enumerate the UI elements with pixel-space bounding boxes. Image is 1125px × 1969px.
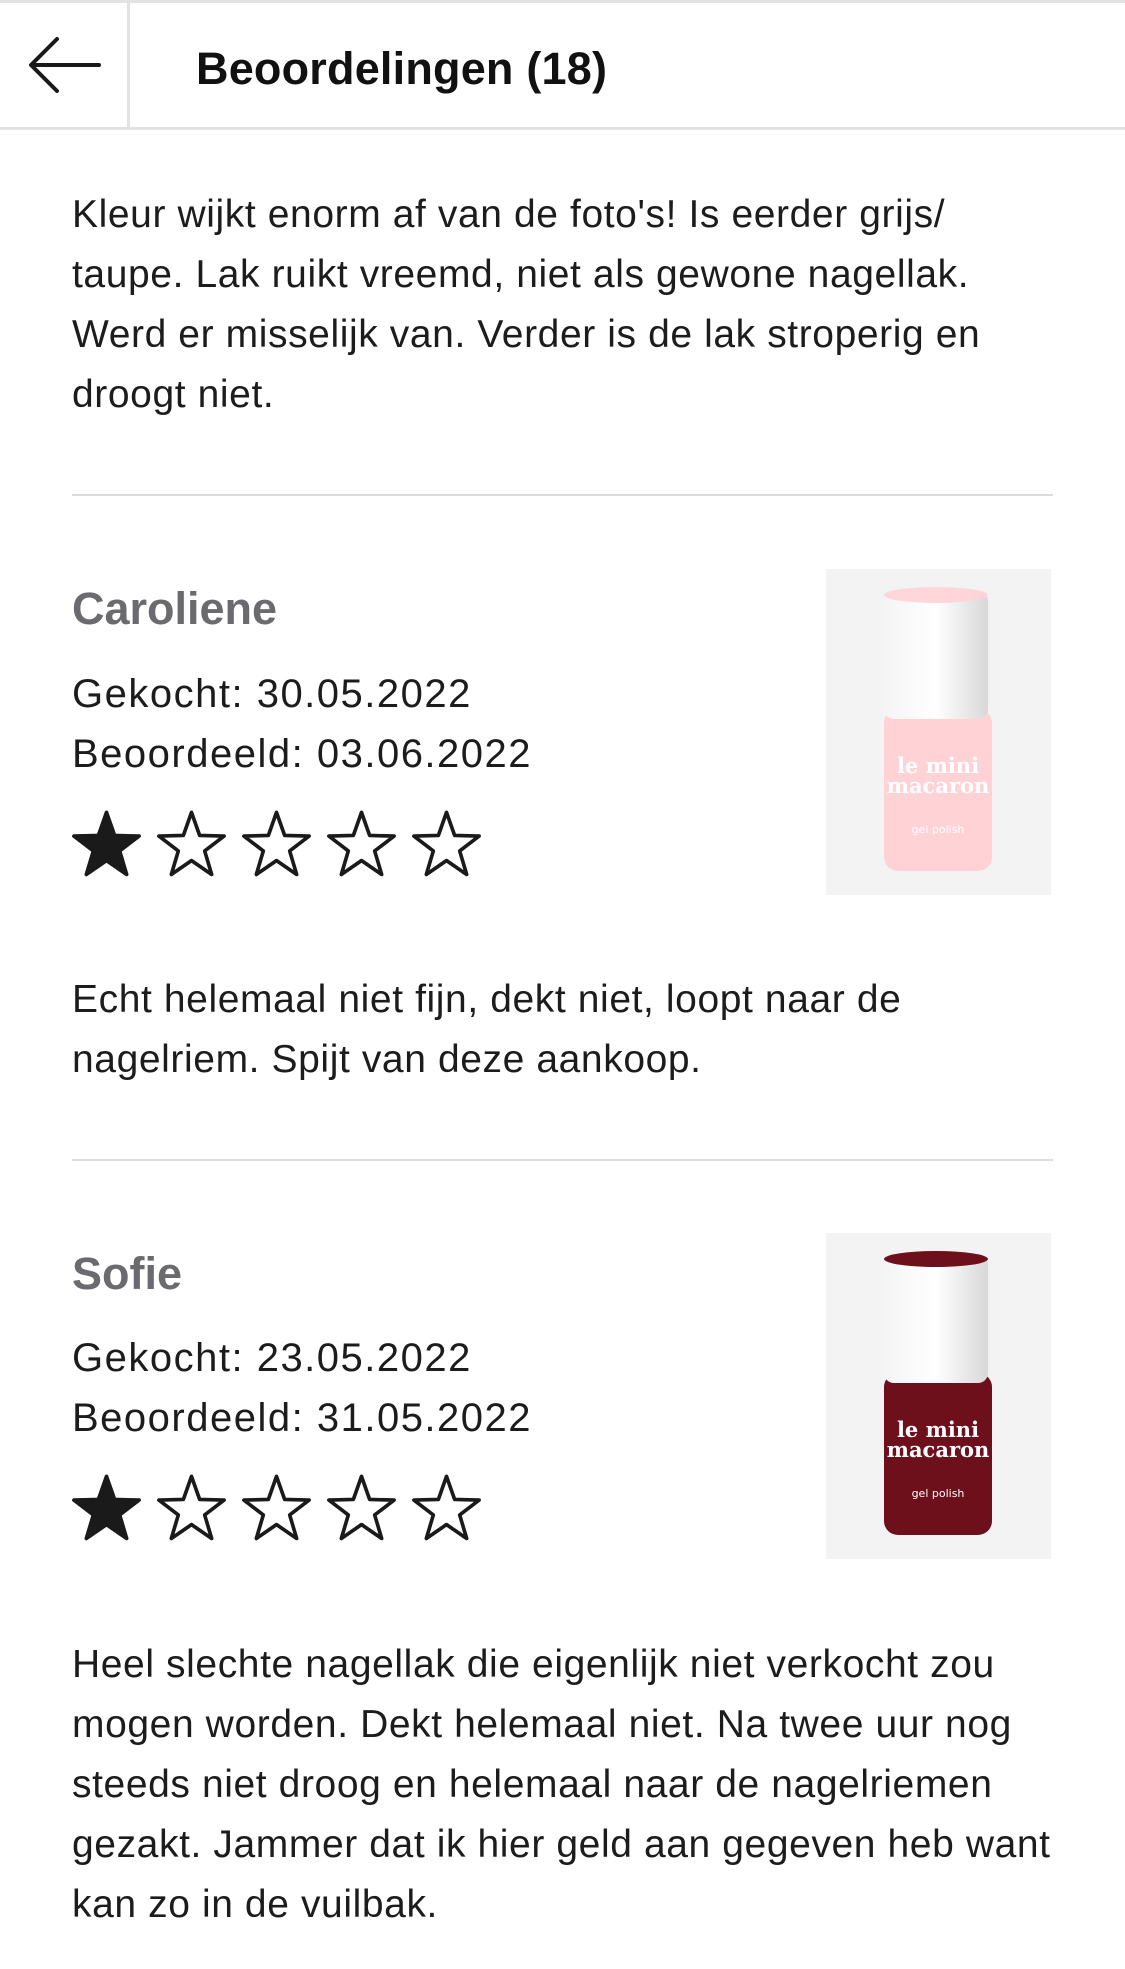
- purchase-date: Gekocht: 30.05.2022: [72, 672, 472, 716]
- top-bar: Beoordelingen (18): [0, 0, 1125, 130]
- star-rating: [70, 1472, 483, 1545]
- star-empty-icon: [157, 1474, 226, 1541]
- star-empty-icon: [242, 1474, 311, 1541]
- page-title: Beoordelingen (18): [196, 43, 608, 94]
- product-thumbnail[interactable]: le mini macaron gel polish: [826, 569, 1051, 895]
- star-empty-icon: [412, 1474, 481, 1541]
- brand-logo-text: macaron: [887, 1437, 990, 1462]
- star-empty-icon: [412, 810, 481, 877]
- product-thumbnail[interactable]: le mini macaron gel polish: [826, 1233, 1051, 1559]
- review-divider: [72, 494, 1053, 496]
- product-label-text: gel polish: [912, 1487, 965, 1500]
- nail-polish-bottle-image: le minimacarongel polish: [884, 587, 992, 871]
- reviewer-name: Sofie: [72, 1248, 183, 1299]
- previous-review-text: Kleur wijkt enorm af van de foto's! Is e…: [72, 193, 981, 416]
- purchase-date: Gekocht: 23.05.2022: [72, 1336, 472, 1380]
- star-empty-icon: [327, 810, 396, 877]
- brand-logo-text: macaron: [887, 773, 990, 798]
- review-divider: [72, 1159, 1053, 1161]
- star-empty-icon: [157, 810, 226, 877]
- arrow-left-icon: [28, 37, 101, 93]
- review-date: Beoordeeld: 31.05.2022: [72, 1396, 533, 1440]
- review-text: Heel slechte nagellak die eigenlijk niet…: [72, 1643, 1051, 1926]
- nail-polish-bottle-image: le minimacarongel polish: [884, 1251, 992, 1535]
- back-button[interactable]: [0, 3, 130, 127]
- star-empty-icon: [242, 810, 311, 877]
- review-date: Beoordeeld: 03.06.2022: [72, 732, 533, 776]
- star-filled-icon: [72, 1474, 141, 1541]
- review-text: Echt helemaal niet fijn, dekt niet, loop…: [72, 978, 902, 1081]
- product-label-text: gel polish: [912, 823, 965, 836]
- star-filled-icon: [72, 810, 141, 877]
- reviewer-name: Caroliene: [72, 583, 278, 634]
- star-empty-icon: [327, 1474, 396, 1541]
- star-rating: [70, 808, 483, 881]
